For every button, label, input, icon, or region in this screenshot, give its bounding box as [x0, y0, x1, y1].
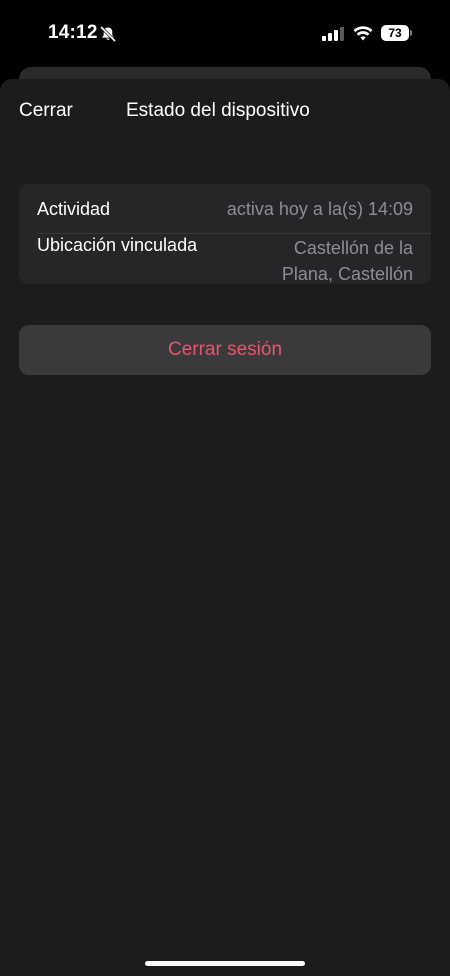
linked-location-row: Ubicación vinculada Castellón de la Plan…	[19, 234, 431, 284]
activity-label: Actividad	[37, 199, 111, 219]
home-indicator[interactable]	[145, 961, 305, 966]
logout-label: Cerrar sesión	[167, 339, 283, 360]
wifi-icon	[353, 26, 373, 41]
logout-button[interactable]: Cerrar sesión	[19, 325, 431, 375]
activity-row: Actividad activa hoy a la(s) 14:09	[19, 184, 431, 234]
linked-location-value: Castellón de la Plana, Castellón	[281, 238, 413, 284]
linked-location-label: Ubicación vinculada	[37, 235, 198, 255]
activity-value: activa hoy a la(s) 14:09	[226, 199, 413, 219]
close-button[interactable]: Cerrar	[19, 100, 73, 122]
battery-icon: 73	[381, 25, 409, 41]
battery-tip	[410, 30, 412, 36]
device-details-card: Actividad activa hoy a la(s) 14:09 Ubica…	[19, 184, 431, 284]
status-bar: 14:12 73	[0, 0, 450, 68]
status-time: 14:12	[48, 22, 98, 43]
page-title: Estado del dispositivo	[126, 100, 310, 121]
cellular-signal-icon	[322, 27, 344, 41]
battery-level: 73	[388, 26, 402, 40]
bell-slash-icon	[99, 26, 117, 42]
